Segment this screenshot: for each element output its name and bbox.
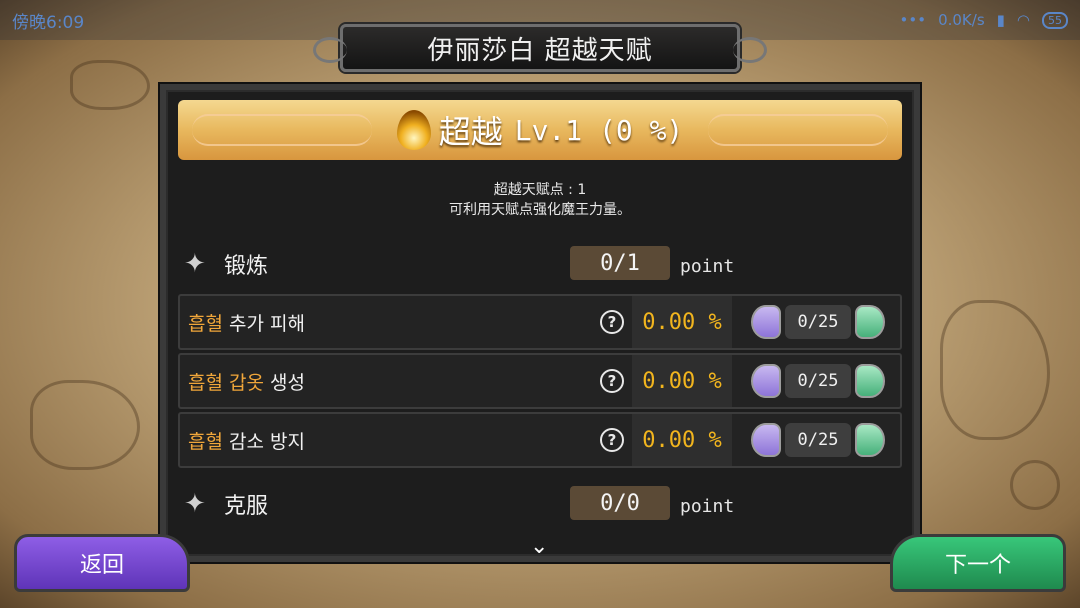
talent-label: 흡혈 감소 방지 (180, 427, 590, 454)
talent-row: 흡혈 감소 방지 ? 0.00 % 0/25 (178, 412, 902, 468)
back-button[interactable]: 返回 (14, 534, 190, 592)
battery-icon: 55 (1042, 11, 1068, 29)
talent-label: 흡혈 갑옷 생성 (180, 368, 590, 395)
decrease-arrow-button[interactable] (751, 423, 781, 457)
map-mountain-doodle (30, 380, 140, 470)
banner-ornament-left (192, 114, 372, 146)
section-header-training: ✦ 锻炼 0/1 point (184, 242, 904, 286)
transcend-banner: 超越 Lv.1 (0 %) (178, 100, 902, 160)
talent-count: 0/25 (785, 423, 851, 457)
help-icon[interactable]: ? (600, 369, 624, 393)
talent-value: 0.00 % (632, 355, 732, 407)
talent-hint-line: 可利用天赋点强化魔王力量。 (449, 202, 631, 218)
next-button[interactable]: 下一个 (890, 534, 1066, 592)
increase-arrow-button[interactable] (855, 305, 885, 339)
sparkle-icon: ✦ (184, 489, 206, 519)
signal-icon: ▮ (996, 11, 1005, 29)
talent-row: 흡혈 추가 피해 ? 0.00 % 0/25 (178, 294, 902, 350)
map-coast-doodle (940, 300, 1050, 440)
talent-stepper: 0/25 (736, 355, 900, 407)
more-dots-icon: ••• (899, 11, 927, 29)
scroll-down-chevron-icon[interactable]: ⌄ (530, 534, 548, 556)
wifi-icon: ◠ (1016, 11, 1030, 29)
banner-ornament-right (708, 114, 888, 146)
talent-value: 0.00 % (632, 296, 732, 348)
page-title-plate: 伊丽莎白 超越天赋 (313, 24, 767, 72)
status-time: 傍晚6:09 (12, 12, 85, 33)
talent-name: 추가 피해 (229, 312, 305, 335)
talent-name: 생성 (270, 371, 305, 394)
title-ornament-right (733, 37, 767, 63)
talent-count: 0/25 (785, 364, 851, 398)
section-points-unit: point (680, 256, 735, 277)
talent-label: 흡혈 추가 피해 (180, 309, 590, 336)
talent-stepper: 0/25 (736, 296, 900, 348)
talent-value: 0.00 % (632, 414, 732, 466)
talent-panel: 超越 Lv.1 (0 %) 超越天赋点 : 1 可利用天赋点强化魔王力量。 ✦ … (160, 84, 920, 562)
section-points: 0/0 (570, 486, 670, 520)
section-name: 锻炼 (224, 254, 269, 279)
network-speed: 0.0K/s (938, 11, 985, 29)
help-icon[interactable]: ? (600, 428, 624, 452)
map-spiral-doodle (1010, 460, 1060, 510)
section-points-unit: point (680, 496, 735, 517)
map-ridge-doodle (70, 60, 150, 110)
increase-arrow-button[interactable] (855, 423, 885, 457)
talent-name: 감소 방지 (229, 430, 305, 453)
points-info: 超越天赋点 : 1 可利用天赋点强化魔王力量。 (166, 180, 914, 220)
talent-highlight: 흡혈 (188, 312, 223, 335)
talent-count: 0/25 (785, 305, 851, 339)
talent-highlight: 흡혈 (188, 430, 223, 453)
section-header-overcome: ✦ 克服 0/0 point (184, 482, 904, 526)
page-title: 伊丽莎白 超越天赋 (427, 35, 653, 66)
title-ornament-left (313, 37, 347, 63)
section-name: 克服 (224, 494, 269, 519)
banner-level: Lv.1 (0 %) (514, 113, 684, 147)
help-icon[interactable]: ? (600, 310, 624, 334)
decrease-arrow-button[interactable] (751, 305, 781, 339)
flame-icon (396, 110, 431, 150)
increase-arrow-button[interactable] (855, 364, 885, 398)
talent-points-line: 超越天赋点 : 1 (493, 182, 587, 198)
talent-stepper: 0/25 (736, 414, 900, 466)
talent-highlight: 흡혈 갑옷 (188, 371, 264, 394)
sparkle-icon: ✦ (184, 249, 206, 279)
section-points: 0/1 (570, 246, 670, 280)
decrease-arrow-button[interactable] (751, 364, 781, 398)
banner-name: 超越 (438, 113, 503, 151)
talent-row: 흡혈 갑옷 생성 ? 0.00 % 0/25 (178, 353, 902, 409)
